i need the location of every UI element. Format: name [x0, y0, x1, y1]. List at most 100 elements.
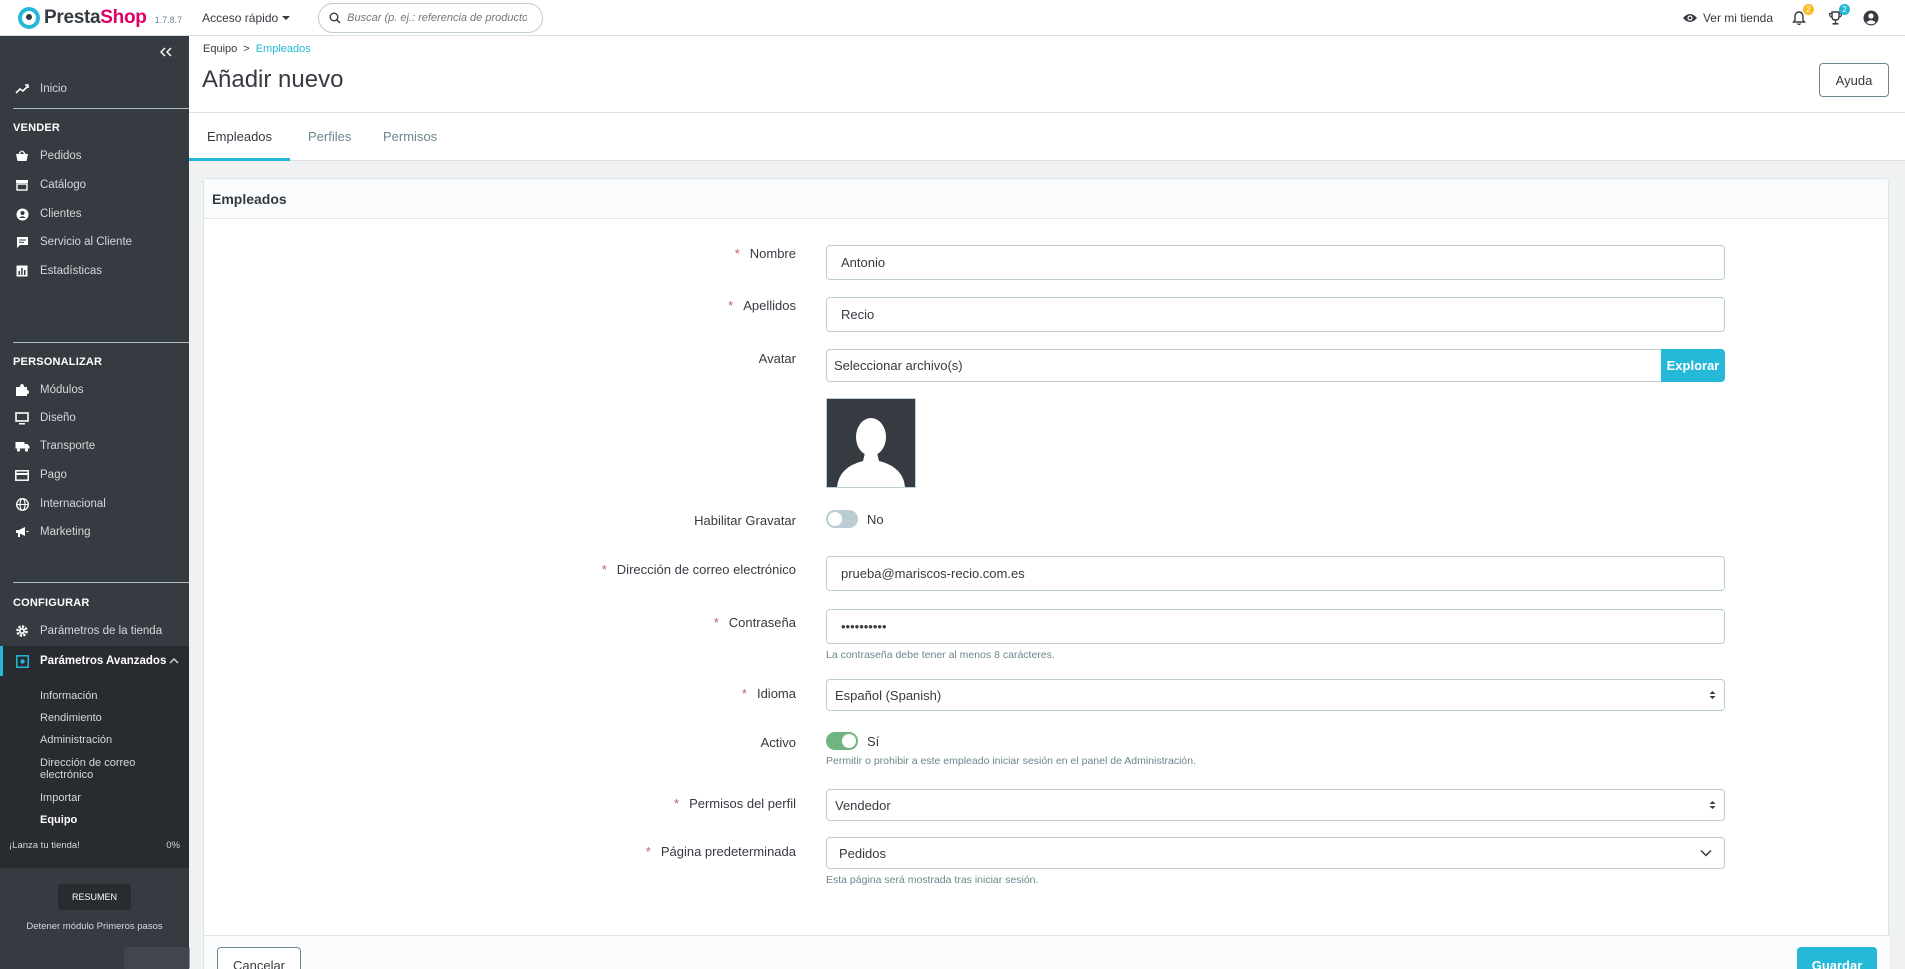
password-input[interactable]: •••••••••• [826, 609, 1725, 644]
tab-profiles[interactable]: Perfiles [290, 113, 369, 161]
tab-permissions[interactable]: Permisos [365, 113, 455, 161]
save-button[interactable]: Guardar [1797, 947, 1877, 969]
password-label-text: Contraseña [728, 615, 796, 630]
bar-chart-icon [14, 264, 30, 278]
active-state: Sí [867, 733, 880, 749]
card-title: Empleados [204, 179, 1888, 219]
sidebar-item-stats[interactable]: Estadísticas [0, 258, 189, 284]
submenu-item-administration[interactable]: Administración [40, 734, 112, 746]
sidebar-item-label: Marketing [40, 526, 91, 538]
quick-access-label: Acceso rápido [202, 10, 279, 25]
sidebar-item-international[interactable]: Internacional [0, 491, 189, 517]
sidebar-item-shop-parameters[interactable]: Parámetros de la tienda [0, 618, 189, 644]
prestashop-logo[interactable]: PrestaShop 1.7.8.7 [18, 6, 182, 29]
notifications-badge: 2 [1803, 4, 1814, 15]
profile-select[interactable]: Vendedor [826, 789, 1725, 821]
default-page-value: Pedidos [839, 845, 886, 861]
sidebar-item-customers[interactable]: Clientes [0, 201, 189, 227]
sidebar-item-label: Internacional [40, 498, 106, 510]
active-label: Activo [760, 735, 796, 750]
default-page-label-text: Página predeterminada [660, 844, 796, 859]
stop-onboarding-link[interactable]: Detener módulo Primeros pasos [0, 921, 189, 932]
notifications-button[interactable]: 2 [1789, 4, 1814, 28]
trophy-button[interactable]: 2 [1825, 4, 1850, 28]
sidebar-item-marketing[interactable]: Marketing [0, 519, 189, 545]
account-button[interactable] [1861, 8, 1881, 28]
submenu-item-performance[interactable]: Rendimiento [40, 712, 102, 724]
avatar-file-input[interactable]: Seleccionar archivo(s) Explorar [826, 349, 1725, 382]
sidebar-item-label: Parámetros de la tienda [40, 625, 163, 637]
switch-knob [842, 734, 856, 748]
sidebar-item-payment[interactable]: Pago [0, 462, 189, 488]
search-icon [329, 12, 341, 24]
profile-value: Vendedor [835, 797, 891, 813]
section-sell: VENDER [13, 122, 61, 134]
email-input[interactable]: prueba@mariscos-recio.com.es [826, 556, 1725, 591]
breadcrumb-parent[interactable]: Equipo [203, 43, 237, 55]
gravatar-switch[interactable] [826, 510, 858, 528]
user-account-icon [1863, 10, 1879, 26]
sidebar-item-label: Parámetros Avanzados [40, 655, 167, 667]
quick-access-dropdown[interactable]: Acceso rápido [202, 10, 291, 25]
sidebar-item-label: Inicio [40, 83, 67, 95]
email-label: * Dirección de correo electrónico [602, 562, 796, 577]
logo-text: PrestaShop [44, 7, 147, 29]
required-mark: * [741, 686, 747, 701]
sidebar-item-shipping[interactable]: Transporte [0, 433, 189, 459]
section-configure: CONFIGURAR [13, 597, 90, 609]
sidebar-item-label: Diseño [40, 412, 76, 424]
logo-prefix: Presta [44, 6, 101, 28]
chat-icon [14, 235, 30, 249]
submenu-item-email-line1: Dirección de correo [40, 757, 136, 769]
view-store-label: Ver mi tienda [1702, 11, 1773, 25]
tooltip-overlay [124, 947, 190, 969]
search-input[interactable] [347, 11, 528, 24]
sidebar-item-advanced-parameters[interactable]: Parámetros Avanzados [0, 646, 189, 676]
lastname-input[interactable]: Recio [826, 297, 1725, 332]
firstname-label: * Nombre [735, 246, 796, 261]
breadcrumb-current[interactable]: Empleados [256, 43, 311, 55]
avatar-image [826, 398, 916, 488]
view-store-link[interactable]: Ver mi tienda [1682, 11, 1773, 25]
search-box[interactable] [318, 2, 544, 33]
language-select[interactable]: Español (Spanish) [826, 679, 1725, 711]
required-mark: * [601, 562, 607, 577]
collapse-sidebar-icon[interactable] [159, 44, 173, 60]
sidebar-item-orders[interactable]: Pedidos [0, 143, 189, 169]
tab-employees[interactable]: Empleados [189, 113, 291, 161]
sidebar-item-label: Pago [40, 469, 67, 481]
sidebar-item-modules[interactable]: Módulos [0, 377, 189, 403]
submenu-item-import[interactable]: Importar [40, 792, 81, 804]
gravatar-state: No [867, 511, 884, 527]
sidebar-divider [13, 108, 189, 109]
credit-card-icon [14, 468, 30, 482]
sidebar-item-customer-service[interactable]: Servicio al Cliente [0, 229, 189, 255]
sidebar-item-design[interactable]: Diseño [0, 405, 189, 431]
submenu-item-team[interactable]: Equipo [40, 814, 77, 826]
active-switch[interactable] [826, 732, 858, 750]
logo-suffix: Shop [100, 6, 147, 28]
submenu-item-information[interactable]: Información [40, 690, 97, 702]
sidebar-item-catalog[interactable]: Catálogo [0, 172, 189, 198]
globe-icon [14, 497, 30, 511]
browse-button[interactable]: Explorar [1661, 349, 1725, 382]
monitor-icon [14, 411, 30, 425]
header-actions: Ver mi tienda 2 2 [1682, 0, 1881, 36]
firstname-input[interactable]: Antonio [826, 245, 1725, 280]
avatar-file-text[interactable]: Seleccionar archivo(s) [826, 349, 1661, 382]
cancel-button[interactable]: Cancelar [217, 947, 301, 969]
firstname-label-text: Nombre [749, 246, 796, 261]
megaphone-icon [14, 525, 30, 539]
submenu-item-email[interactable]: Dirección de correo electrónico [40, 757, 135, 781]
sidebar-item-home[interactable]: Inicio [0, 76, 189, 102]
default-page-select[interactable]: Pedidos [826, 837, 1725, 869]
help-button[interactable]: Ayuda [1819, 63, 1889, 97]
gravatar-toggle[interactable]: No [826, 510, 1725, 528]
sidebar-item-label: Catálogo [40, 179, 87, 191]
resume-button[interactable]: RESUMEN [58, 884, 131, 910]
gravatar-label: Habilitar Gravatar [694, 513, 796, 528]
sidebar-item-label: Servicio al Cliente [40, 236, 133, 248]
language-control: Español (Spanish) [826, 679, 1725, 711]
breadcrumb: Equipo > Empleados [203, 43, 311, 55]
active-toggle[interactable]: Sí [826, 732, 1725, 750]
